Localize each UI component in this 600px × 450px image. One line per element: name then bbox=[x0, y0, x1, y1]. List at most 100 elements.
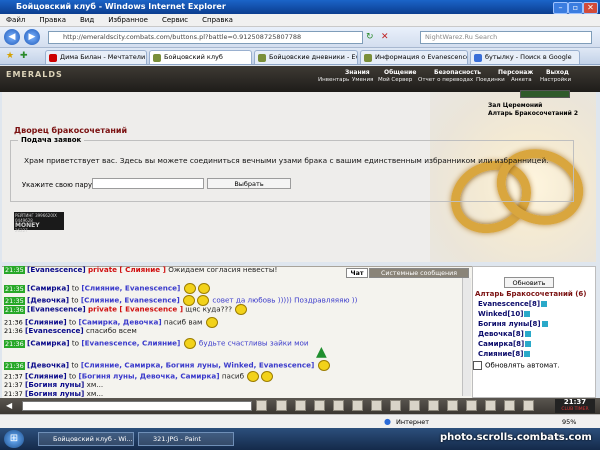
smiley-icon bbox=[183, 338, 196, 349]
emeralds-logo: EMERALDS bbox=[6, 70, 63, 79]
nav-character[interactable]: Персонаж bbox=[498, 69, 533, 76]
security-zone: Интернет bbox=[396, 418, 430, 426]
application-fieldset bbox=[10, 140, 574, 202]
refresh-icon[interactable]: ↻ bbox=[366, 31, 378, 44]
nav-skills[interactable]: Умения bbox=[352, 77, 373, 83]
nav-transfer-report[interactable]: Отчет о переводах bbox=[418, 77, 473, 83]
youtube-icon bbox=[49, 54, 57, 62]
toolbar-button[interactable] bbox=[256, 400, 267, 411]
chat-back-icon[interactable]: ◀ bbox=[6, 401, 18, 411]
info-icon[interactable] bbox=[525, 341, 532, 347]
user-list-item[interactable]: Evanescence[8] bbox=[478, 300, 548, 308]
nav-settings[interactable]: Настройки bbox=[540, 77, 571, 83]
menu-help[interactable]: Справка bbox=[202, 16, 233, 24]
tab-google-search[interactable]: бутылку - Поиск в Google bbox=[470, 50, 580, 64]
info-icon[interactable] bbox=[524, 351, 531, 357]
minimize-button[interactable]: – bbox=[553, 2, 568, 14]
toolbar-button[interactable] bbox=[295, 400, 306, 411]
room-link-ceremony[interactable]: Зал Церемоний bbox=[488, 102, 542, 109]
tab-chat[interactable]: Чат bbox=[346, 268, 368, 278]
favorites-star-icon[interactable]: ★ bbox=[6, 51, 16, 61]
user-list-item[interactable]: Самирка[8] bbox=[478, 340, 532, 348]
menu-favorites[interactable]: Избранное bbox=[108, 16, 148, 24]
stop-icon[interactable]: ✕ bbox=[381, 31, 393, 44]
toolbar-button[interactable] bbox=[333, 400, 344, 411]
nav-exit[interactable]: Выход bbox=[546, 69, 569, 76]
tab-fight-diaries[interactable]: Бойцовские дневники - Eva... bbox=[254, 50, 358, 64]
auto-update-toggle[interactable]: Обновлять автомат. bbox=[473, 361, 560, 370]
nav-security[interactable]: Безопасность bbox=[434, 69, 481, 76]
toolbar-button[interactable] bbox=[409, 400, 420, 411]
search-input[interactable]: NightWarez.Ru Search bbox=[420, 31, 592, 44]
tab-system-messages[interactable]: Системные сообщения bbox=[369, 268, 469, 278]
room-link-altar-2[interactable]: Алтарь Бракосочетаний 2 bbox=[488, 110, 578, 117]
menu-view[interactable]: Вид bbox=[80, 16, 94, 24]
zoom-level[interactable]: 95% bbox=[562, 418, 576, 426]
chat-message-input[interactable] bbox=[22, 401, 252, 411]
tab-evanescence-info[interactable]: Информация о Evanescence bbox=[360, 50, 468, 64]
choose-button[interactable]: Выбрать bbox=[207, 178, 291, 189]
checkbox-icon[interactable] bbox=[473, 361, 482, 370]
chat-message: 21:35 [Evanescence] private [ Слияние ] … bbox=[4, 265, 278, 274]
info-icon[interactable] bbox=[524, 311, 531, 317]
nav-battles[interactable]: Поединки bbox=[476, 77, 505, 83]
refresh-users-button[interactable]: Обновить bbox=[504, 277, 554, 288]
smiley-icon bbox=[183, 283, 196, 294]
toolbar-button[interactable] bbox=[371, 400, 382, 411]
room-name: Алтарь Бракосочетаний (6) bbox=[475, 290, 587, 298]
info-icon[interactable] bbox=[541, 301, 548, 307]
smiley-icon bbox=[317, 360, 330, 371]
nav-profile[interactable]: Анкета bbox=[511, 77, 532, 83]
club-icon bbox=[364, 54, 372, 62]
window-title-bar[interactable]: Бойцовский клуб - Windows Internet Explo… bbox=[0, 0, 600, 14]
forward-arrow-icon[interactable]: ▶ bbox=[24, 29, 40, 45]
address-input[interactable]: http://emeraldscity.combats.com/buttons.… bbox=[48, 31, 363, 44]
tab-dima-bilan[interactable]: Дима Билан - Мечтатели - ... bbox=[45, 50, 147, 64]
toolbar-button[interactable] bbox=[447, 400, 458, 411]
menu-tools[interactable]: Сервис bbox=[162, 16, 188, 24]
tab-fight-club[interactable]: Бойцовский клуб bbox=[149, 50, 252, 64]
menu-file[interactable]: Файл bbox=[6, 16, 25, 24]
toolbar-button[interactable] bbox=[428, 400, 439, 411]
user-list-item[interactable]: Слияние[8] bbox=[478, 350, 531, 358]
info-icon[interactable] bbox=[524, 331, 531, 337]
toolbar-button[interactable] bbox=[466, 400, 477, 411]
nav-communication[interactable]: Общение bbox=[384, 69, 416, 76]
club-icon bbox=[258, 54, 266, 62]
toolbar-button[interactable] bbox=[314, 400, 325, 411]
nav-inventory[interactable]: Инвентарь bbox=[318, 77, 349, 83]
room-links: Зал Церемоний Алтарь Бракосочетаний 2 bbox=[484, 96, 592, 118]
nav-my-server[interactable]: Мой Сервер bbox=[378, 77, 412, 83]
toolbar-button[interactable] bbox=[390, 400, 401, 411]
christmas-tree-icon: ▲ bbox=[316, 344, 327, 360]
toolbar-button[interactable] bbox=[352, 400, 363, 411]
taskbar-item-ie[interactable]: Бойцовский клуб - Wi... bbox=[38, 432, 134, 446]
toolbar-button[interactable] bbox=[276, 400, 287, 411]
club-clock: 21:37 CLUB TIMER bbox=[555, 399, 595, 413]
taskbar-item-paint[interactable]: 321.JPG - Paint bbox=[138, 432, 234, 446]
chat-message: 21:36 [Evanescence] спасибо всем bbox=[4, 326, 137, 335]
maximize-button[interactable]: ▫ bbox=[568, 2, 583, 14]
tab-bar: ★ ✚ Дима Билан - Мечтатели - ... Бойцовс… bbox=[0, 48, 600, 65]
chat-scrollbar[interactable] bbox=[462, 278, 471, 396]
watermark: photo.scrolls.combats.com bbox=[440, 432, 592, 443]
pair-input[interactable] bbox=[92, 178, 204, 189]
toolbar-button[interactable] bbox=[523, 400, 534, 411]
toolbar-button[interactable] bbox=[485, 400, 496, 411]
user-list-item[interactable]: Winked[10] bbox=[478, 310, 531, 318]
info-icon[interactable] bbox=[541, 321, 548, 327]
back-arrow-icon[interactable]: ◀ bbox=[4, 29, 20, 45]
start-button[interactable]: ⊞ bbox=[4, 430, 24, 448]
menu-edit[interactable]: Правка bbox=[39, 16, 66, 24]
toolbar-button[interactable] bbox=[504, 400, 515, 411]
menu-bar: Файл Правка Вид Избранное Сервис Справка bbox=[0, 14, 600, 27]
address-toolbar: ◀ ▶ http://emeraldscity.combats.com/butt… bbox=[0, 27, 600, 48]
nav-knowledge[interactable]: Знания bbox=[345, 69, 370, 76]
user-list-item[interactable]: Богиня луны[8] bbox=[478, 320, 548, 328]
globe-icon: ● bbox=[384, 417, 391, 426]
user-list-item[interactable]: Девочка[8] bbox=[478, 330, 531, 338]
close-button[interactable]: ✕ bbox=[583, 2, 598, 14]
add-favorites-icon[interactable]: ✚ bbox=[20, 51, 30, 61]
window-title: Бойцовский клуб - Windows Internet Explo… bbox=[16, 2, 226, 11]
page-description: Храм приветствует вас. Здесь вы можете с… bbox=[24, 156, 549, 165]
